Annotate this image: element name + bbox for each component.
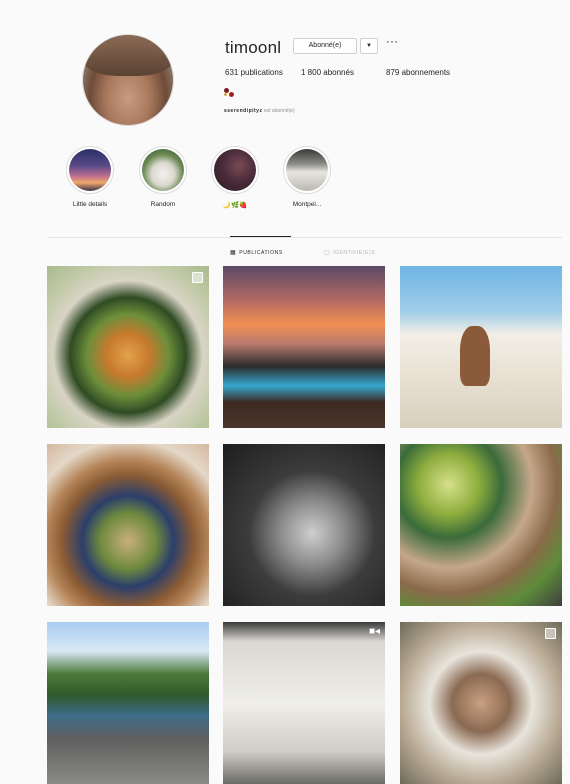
bio-cherries-icon xyxy=(224,88,236,98)
post-friends-bw[interactable] xyxy=(223,444,385,606)
post-sunset-pool[interactable] xyxy=(223,266,385,428)
profile-avatar[interactable] xyxy=(83,35,173,125)
carousel-icon xyxy=(192,272,203,283)
highlight-emoji[interactable]: 🌙🌿🍓 xyxy=(205,146,265,209)
tab-tagged[interactable]: ▢ IDENTIFIÉ(E)S xyxy=(324,249,375,256)
post-beach[interactable] xyxy=(400,266,562,428)
post-smoothie-bowl[interactable] xyxy=(47,444,209,606)
highlight-label: Montpel... xyxy=(292,201,322,208)
highlight-montpellier[interactable]: Montpel... xyxy=(277,146,337,208)
active-tab-indicator xyxy=(230,236,291,237)
profile-page: timoonl Abonné(e) ▼ ··· 631 publications… xyxy=(0,0,570,784)
highlight-random[interactable]: Random xyxy=(133,146,193,208)
publications-count: 631 publications xyxy=(225,68,283,77)
highlight-label: 🌙🌿🍓 xyxy=(222,202,248,209)
caret-down-icon: ▼ xyxy=(366,43,372,49)
post-yoga-silhouette[interactable]: ■◂ xyxy=(223,622,385,784)
tab-publications[interactable]: ▦ PUBLICATIONS xyxy=(230,249,283,256)
highlight-little-details[interactable]: Little details xyxy=(60,146,120,208)
following-count[interactable]: 879 abonnements xyxy=(386,68,450,77)
followed-by-username[interactable]: sserendipityz xyxy=(224,108,262,114)
video-camera-icon: ■◂ xyxy=(368,626,380,637)
profile-username: timoonl xyxy=(225,38,282,57)
suggestions-dropdown-button[interactable]: ▼ xyxy=(360,38,378,54)
more-options-button[interactable]: ··· xyxy=(386,34,398,48)
post-food-bowl[interactable] xyxy=(47,266,209,428)
following-button[interactable]: Abonné(e) xyxy=(293,38,357,54)
post-couple-coast[interactable] xyxy=(47,622,209,784)
tag-icon: ▢ xyxy=(324,250,331,256)
followed-by-suffix: est abonné(e) xyxy=(263,108,295,114)
post-avocado-toast[interactable] xyxy=(400,444,562,606)
highlight-label: Random xyxy=(150,201,176,208)
followed-by-text: sserendipityz est abonné(e) xyxy=(224,108,295,114)
followers-count[interactable]: 1 800 abonnés xyxy=(301,68,354,77)
tabs-divider xyxy=(47,237,562,238)
highlight-label: Little details xyxy=(72,201,108,208)
post-girls-smiling[interactable] xyxy=(400,622,562,784)
carousel-icon xyxy=(545,628,556,639)
grid-icon: ▦ xyxy=(230,250,237,256)
